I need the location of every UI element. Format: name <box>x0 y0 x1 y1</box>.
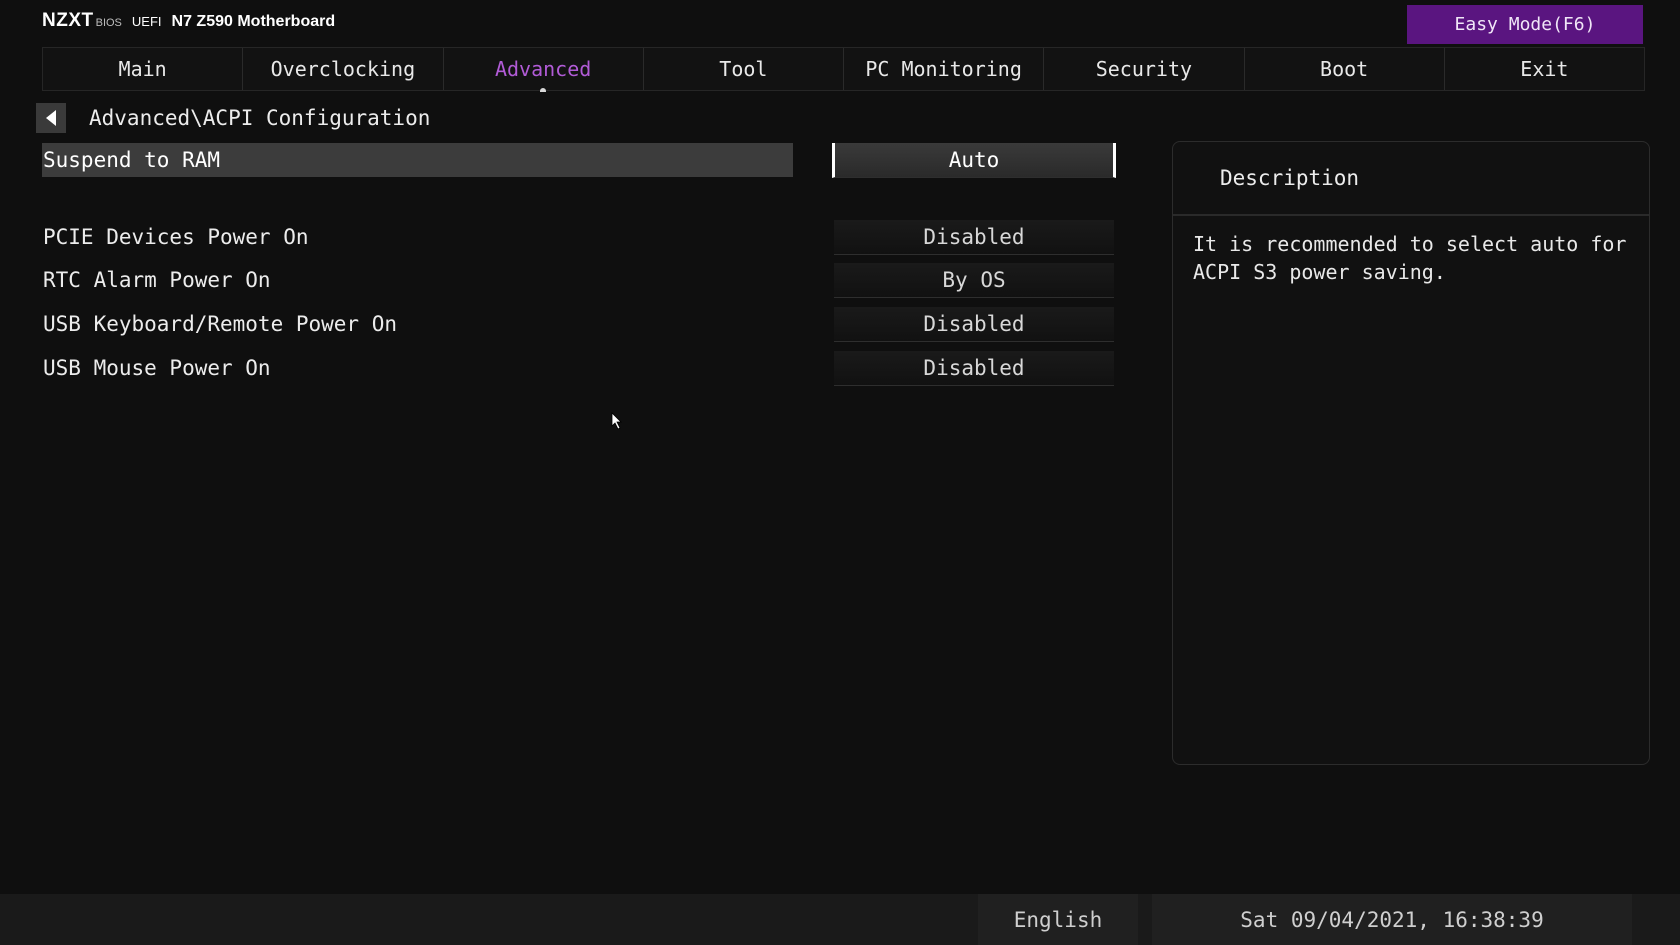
nzxt-logo: NZXT <box>42 10 94 31</box>
tab-advanced[interactable]: Advanced <box>442 48 643 92</box>
tab-overclocking[interactable]: Overclocking <box>242 48 442 90</box>
description-panel: Description It is recommended to select … <box>1172 141 1650 765</box>
breadcrumb: Advanced\ACPI Configuration <box>89 106 431 130</box>
language-button[interactable]: English <box>978 894 1138 945</box>
setting-value-suspend-to-ram[interactable]: Auto <box>832 143 1116 178</box>
tab-main[interactable]: Main <box>42 48 242 90</box>
uefi-label: UEFI <box>131 14 162 29</box>
easy-mode-button[interactable]: Easy Mode(F6) <box>1407 5 1643 44</box>
tab-tool[interactable]: Tool <box>642 48 843 90</box>
tab-exit[interactable]: Exit <box>1443 48 1645 90</box>
tab-security[interactable]: Security <box>1043 48 1243 90</box>
back-button[interactable] <box>36 103 66 133</box>
setting-label-usb-keyboard-power-on[interactable]: USB Keyboard/Remote Power On <box>42 307 397 341</box>
setting-value-usb-mouse-power-on[interactable]: Disabled <box>834 351 1114 386</box>
tab-pc-monitoring[interactable]: PC Monitoring <box>843 48 1043 90</box>
description-title: Description <box>1173 142 1649 216</box>
setting-label-pcie-devices-power-on[interactable]: PCIE Devices Power On <box>42 220 309 254</box>
setting-label-usb-mouse-power-on[interactable]: USB Mouse Power On <box>42 351 271 385</box>
bios-screen: NZXT BIOS UEFI N7 Z590 Motherboard Easy … <box>0 0 1680 945</box>
bios-label: BIOS <box>95 17 122 29</box>
chevron-left-icon <box>46 110 56 126</box>
tab-boot[interactable]: Boot <box>1243 48 1444 90</box>
setting-label-suspend-to-ram[interactable]: Suspend to RAM <box>42 143 793 177</box>
motherboard-model: N7 Z590 Motherboard <box>171 13 336 30</box>
setting-label-rtc-alarm-power-on[interactable]: RTC Alarm Power On <box>42 263 271 297</box>
setting-value-pcie-devices-power-on[interactable]: Disabled <box>834 220 1114 255</box>
brand: NZXT BIOS UEFI N7 Z590 Motherboard <box>42 10 335 36</box>
main-tabs: Main Overclocking Advanced Tool PC Monit… <box>42 47 1645 92</box>
mouse-pointer-icon <box>611 412 622 430</box>
setting-value-usb-keyboard-power-on[interactable]: Disabled <box>834 307 1114 342</box>
setting-value-rtc-alarm-power-on[interactable]: By OS <box>834 263 1114 298</box>
datetime-display[interactable]: Sat 09/04/2021, 16:38:39 <box>1152 894 1632 945</box>
description-text: It is recommended to select auto for ACP… <box>1193 232 1627 284</box>
